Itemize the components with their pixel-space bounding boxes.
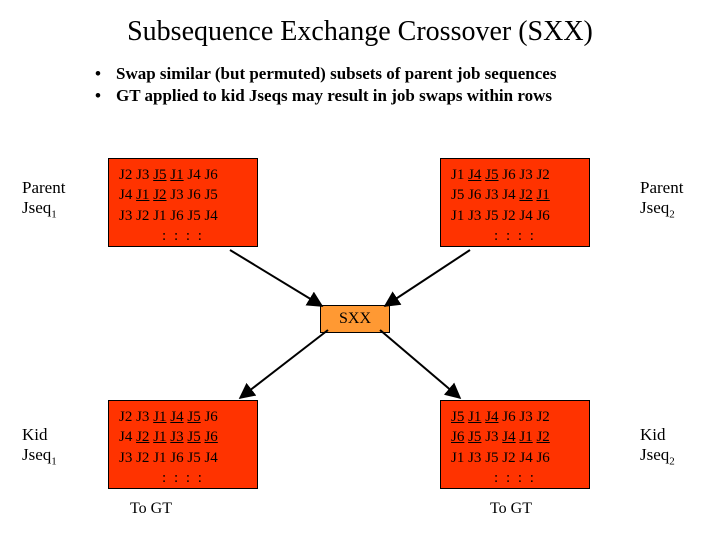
parent-jseq2-box: J1 J4 J5 J6 J3 J2J5 J6 J3 J4 J2 J1J1 J3 … (440, 158, 590, 247)
parent-jseq2-label: Parent Jseq2 (640, 178, 700, 222)
parent-jseq1-label: Parent Jseq1 (22, 178, 82, 222)
arrow-parent1-to-sxx (230, 250, 322, 306)
kid-jseq2-label: Kid Jseq2 (640, 425, 700, 469)
kid-jseq1-box: J2 J3 J1 J4 J5 J6J4 J2 J1 J3 J5 J6J3 J2 … (108, 400, 258, 489)
bullet-text: Swap similar (but permuted) subsets of p… (116, 64, 556, 84)
arrow-sxx-to-kid2 (380, 330, 460, 398)
kid-jseq1-label: Kid Jseq1 (22, 425, 82, 469)
to-gt-label-left: To GT (130, 500, 172, 518)
arrow-parent2-to-sxx (385, 250, 470, 306)
bullet-dot: • (80, 64, 116, 84)
sxx-operator-box: SXX (320, 305, 390, 333)
bullet-text: GT applied to kid Jseqs may result in jo… (116, 86, 552, 106)
page-title: Subsequence Exchange Crossover (SXX) (0, 0, 720, 56)
parent-jseq1-box: J2 J3 J5 J1 J4 J6J4 J1 J2 J3 J6 J5J3 J2 … (108, 158, 258, 247)
to-gt-label-right: To GT (490, 500, 532, 518)
arrow-sxx-to-kid1 (240, 330, 328, 398)
bullet-list: •Swap similar (but permuted) subsets of … (80, 64, 720, 106)
bullet-dot: • (80, 86, 116, 106)
kid-jseq2-box: J5 J1 J4 J6 J3 J2J6 J5 J3 J4 J1 J2J1 J3 … (440, 400, 590, 489)
